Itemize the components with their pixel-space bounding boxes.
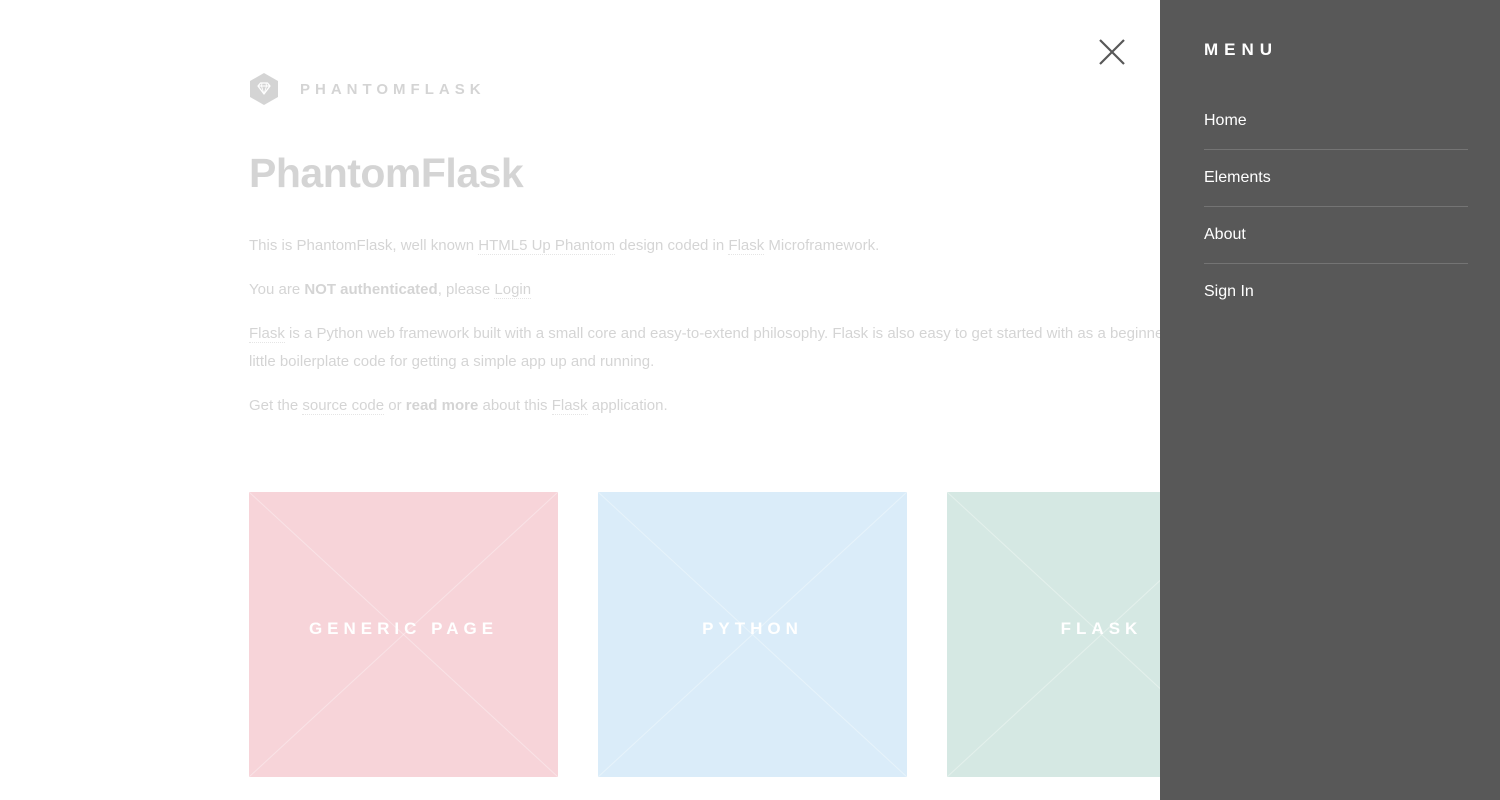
menu-item-sign-in[interactable]: Sign In bbox=[1204, 264, 1468, 320]
html5up-phantom-link[interactable]: HTML5 Up Phantom bbox=[478, 237, 615, 255]
flask-link[interactable]: Flask bbox=[249, 325, 285, 343]
intro-text-segment: or bbox=[384, 397, 406, 414]
intro-text-segment: Microframework. bbox=[764, 237, 880, 254]
site-logo[interactable]: PHANTOMFLASK bbox=[249, 72, 486, 106]
close-icon bbox=[1099, 39, 1125, 65]
menu-list: Home Elements About Sign In bbox=[1204, 93, 1468, 320]
close-menu-button[interactable] bbox=[1094, 34, 1130, 70]
intro-text-segment: little boilerplate code for getting a si… bbox=[249, 353, 655, 370]
menu-item-elements[interactable]: Elements bbox=[1204, 150, 1468, 207]
diamond-hexagon-icon bbox=[250, 73, 278, 105]
tile-python[interactable]: PYTHON bbox=[598, 492, 907, 777]
menu-heading: MENU bbox=[1204, 40, 1279, 59]
intro-text-segment: Get the bbox=[249, 397, 303, 414]
flask-link[interactable]: Flask bbox=[728, 237, 765, 255]
read-more-link[interactable]: read more bbox=[406, 397, 479, 414]
tile-generic-page[interactable]: GENERIC PAGE bbox=[249, 492, 558, 777]
login-link[interactable]: Login bbox=[494, 281, 532, 299]
page-title: PhantomFlask bbox=[249, 150, 524, 196]
intro-text-segment: is a Python web framework built with a s… bbox=[284, 325, 1206, 342]
menu-panel: MENU Home Elements About Sign In bbox=[1160, 0, 1500, 800]
tiles-grid: GENERIC PAGE PYTHON FLASK bbox=[249, 492, 1296, 777]
auth-status: NOT authenticated bbox=[304, 281, 438, 298]
logo-title: PHANTOMFLASK bbox=[300, 80, 486, 98]
intro-text-segment: This is PhantomFlask, well known bbox=[249, 237, 479, 254]
intro-text-segment: about this bbox=[478, 397, 552, 414]
menu-item-about[interactable]: About bbox=[1204, 207, 1468, 264]
intro-text-segment: design coded in bbox=[614, 237, 729, 254]
flask-link[interactable]: Flask bbox=[551, 397, 588, 415]
menu-item-home[interactable]: Home bbox=[1204, 93, 1468, 150]
intro-text-segment: You are bbox=[249, 281, 305, 298]
tile-label: PYTHON bbox=[702, 619, 803, 638]
tile-label: GENERIC PAGE bbox=[308, 619, 499, 638]
intro-text-segment: , please bbox=[437, 281, 495, 298]
source-code-link[interactable]: source code bbox=[302, 397, 385, 415]
intro-text-segment: application. bbox=[587, 397, 668, 414]
